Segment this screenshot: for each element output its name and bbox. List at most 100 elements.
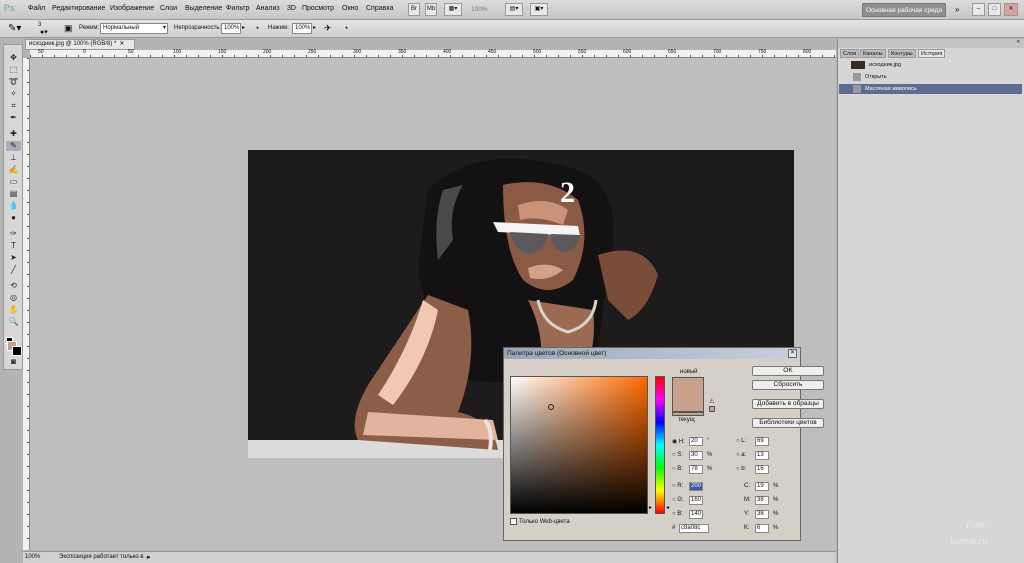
close-button[interactable]: ✕ (1004, 3, 1018, 16)
s-radio[interactable]: ○ S: (672, 452, 683, 458)
h-radio[interactable]: ◉ H: (672, 438, 685, 445)
healing-tool-icon[interactable]: ✚ (6, 129, 21, 139)
brush-panel-icon[interactable]: ▣ (64, 23, 73, 34)
gradient-tool-icon[interactable]: ▤ (6, 189, 21, 199)
panel-tab[interactable]: История (918, 49, 946, 58)
screen-mode-button[interactable]: ▣▾ (530, 3, 548, 16)
ok-button[interactable]: OK (752, 366, 824, 376)
zoom-level[interactable]: 100% (471, 6, 488, 13)
l-input[interactable]: 69 (755, 437, 769, 446)
opacity-slider-icon[interactable]: ▸ (242, 24, 245, 31)
blue-input[interactable]: 140 (689, 510, 703, 519)
mini-bridge-button[interactable]: Mb (425, 3, 437, 16)
airbrush-icon[interactable]: ✈ (324, 23, 332, 34)
brush-tool-icon-active[interactable]: ✎ (6, 141, 21, 151)
stamp-tool-icon[interactable]: ⊥ (6, 153, 21, 163)
tablet-size-icon[interactable]: ◔ (343, 23, 348, 33)
pen-tool-icon[interactable]: ✑ (6, 229, 21, 239)
quick-select-tool-icon[interactable]: ✧ (6, 89, 21, 99)
menu-item[interactable]: Изображение (110, 5, 154, 12)
current-color-swatch[interactable] (672, 412, 704, 416)
quick-mask-icon[interactable]: ◙ (6, 357, 21, 367)
tab-close-icon[interactable]: ✕ (119, 41, 124, 47)
l-radio[interactable]: ○ L: (736, 438, 746, 444)
menu-item[interactable]: Просмотр (302, 5, 334, 12)
vertical-ruler[interactable] (23, 58, 30, 550)
b-radio[interactable]: ○ B: (672, 466, 683, 472)
type-tool-icon[interactable]: T (6, 241, 21, 251)
marquee-tool-icon[interactable]: ⬚ (6, 65, 21, 75)
crop-tool-icon[interactable]: ⌗ (6, 101, 21, 111)
shape-tool-icon[interactable]: ╱ (6, 265, 21, 275)
history-item[interactable]: исходник.jpg (839, 60, 1022, 70)
eyedropper-tool-icon[interactable]: ✒ (6, 113, 21, 123)
menu-item[interactable]: Редактирование (52, 5, 105, 12)
web-only-checkbox[interactable] (510, 518, 517, 525)
view-extras-button[interactable]: ▦▾ (444, 3, 462, 16)
3d-rotate-tool-icon[interactable]: ⟲ (6, 281, 21, 291)
gamut-warning-icon[interactable]: ⚠ (709, 398, 714, 405)
horizontal-ruler[interactable]: 50 0 50 100 150 200 250 300 350 400 450 500 550 600 65… (30, 49, 856, 58)
hex-input[interactable]: c8a08c (679, 524, 709, 533)
panel-tab[interactable]: Контуры (888, 49, 916, 58)
color-picker-cursor[interactable] (548, 404, 554, 410)
lasso-tool-icon[interactable]: ➰ (6, 77, 21, 87)
pressure-slider-icon[interactable]: ▸ (313, 24, 316, 31)
menu-item[interactable]: Слои (160, 5, 177, 12)
minimize-button[interactable]: – (972, 3, 985, 16)
workspace-button[interactable]: Основная рабочая среда (862, 3, 946, 17)
eraser-tool-icon[interactable]: ▭ (6, 177, 21, 187)
maximize-button[interactable]: □ (988, 3, 1001, 16)
move-tool-icon[interactable]: ✥ (6, 53, 21, 63)
panel-tab[interactable]: Каналы (860, 49, 886, 58)
add-to-swatches-button[interactable]: Добавить в образцы (752, 399, 824, 409)
pressure-input[interactable]: 100% (292, 23, 312, 34)
web-safe-swatch[interactable] (709, 406, 715, 412)
blur-tool-icon[interactable]: 💧 (6, 201, 21, 211)
bridge-button[interactable]: Br (408, 3, 420, 16)
saturation-brightness-field[interactable] (510, 376, 648, 514)
opacity-input[interactable]: 100% (221, 23, 241, 34)
hue-slider[interactable] (655, 376, 665, 514)
dodge-tool-icon[interactable]: ● (6, 213, 21, 223)
menu-item[interactable]: Файл (28, 5, 45, 12)
history-brush-tool-icon[interactable]: ✍ (6, 165, 21, 175)
dialog-close-icon[interactable]: ✕ (788, 349, 797, 358)
k-input[interactable]: 6 (755, 524, 769, 533)
a-input[interactable]: 13 (755, 451, 769, 460)
r-input[interactable]: 200 (689, 482, 703, 491)
background-color-swatch[interactable] (12, 346, 22, 356)
c-input[interactable]: 19 (755, 482, 769, 491)
workspace-more-icon[interactable]: » (955, 5, 959, 14)
hue-slider-right-arrow-icon[interactable]: ◂ (666, 504, 669, 511)
zoom-tool-icon[interactable]: 🔍 (6, 317, 21, 327)
color-libraries-button[interactable]: Библиотеки цветов (752, 418, 824, 428)
tablet-opacity-icon[interactable]: ◔ (254, 23, 259, 33)
blue-radio[interactable]: ○ B: (672, 511, 683, 517)
menu-item[interactable]: Справка (366, 5, 393, 12)
y-input[interactable]: 38 (755, 510, 769, 519)
b-input[interactable]: 78 (689, 465, 703, 474)
m-input[interactable]: 38 (755, 496, 769, 505)
status-zoom[interactable]: 100% (25, 554, 40, 560)
a-radio[interactable]: ○ a: (736, 452, 746, 458)
hand-tool-icon[interactable]: ✋ (6, 305, 21, 315)
status-arrow-icon[interactable]: ▸ (147, 553, 151, 561)
history-item[interactable]: Открыть (839, 72, 1022, 82)
g-input[interactable]: 160 (689, 496, 703, 505)
path-select-tool-icon[interactable]: ➤ (6, 253, 21, 263)
3d-orbit-tool-icon[interactable]: ◎ (6, 293, 21, 303)
panel-tab[interactable]: Слои (840, 49, 860, 58)
lab-b-radio[interactable]: ○ b: (736, 466, 746, 472)
brush-preset-icon[interactable]: ●▾ (40, 28, 48, 36)
lab-b-input[interactable]: 16 (755, 465, 769, 474)
panel-collapse-icon[interactable]: « (1017, 39, 1020, 45)
menu-item[interactable]: Фильтр (226, 5, 250, 12)
g-radio[interactable]: ○ G: (672, 497, 684, 503)
reset-button[interactable]: Сбросить (752, 380, 824, 390)
menu-item[interactable]: Выделение (185, 5, 222, 12)
menu-item[interactable]: Окно (342, 5, 358, 12)
brush-tool-icon[interactable]: ✎▾ (8, 23, 21, 34)
menu-item[interactable]: 3D (287, 5, 296, 12)
hue-slider-left-arrow-icon[interactable]: ▸ (649, 504, 652, 511)
